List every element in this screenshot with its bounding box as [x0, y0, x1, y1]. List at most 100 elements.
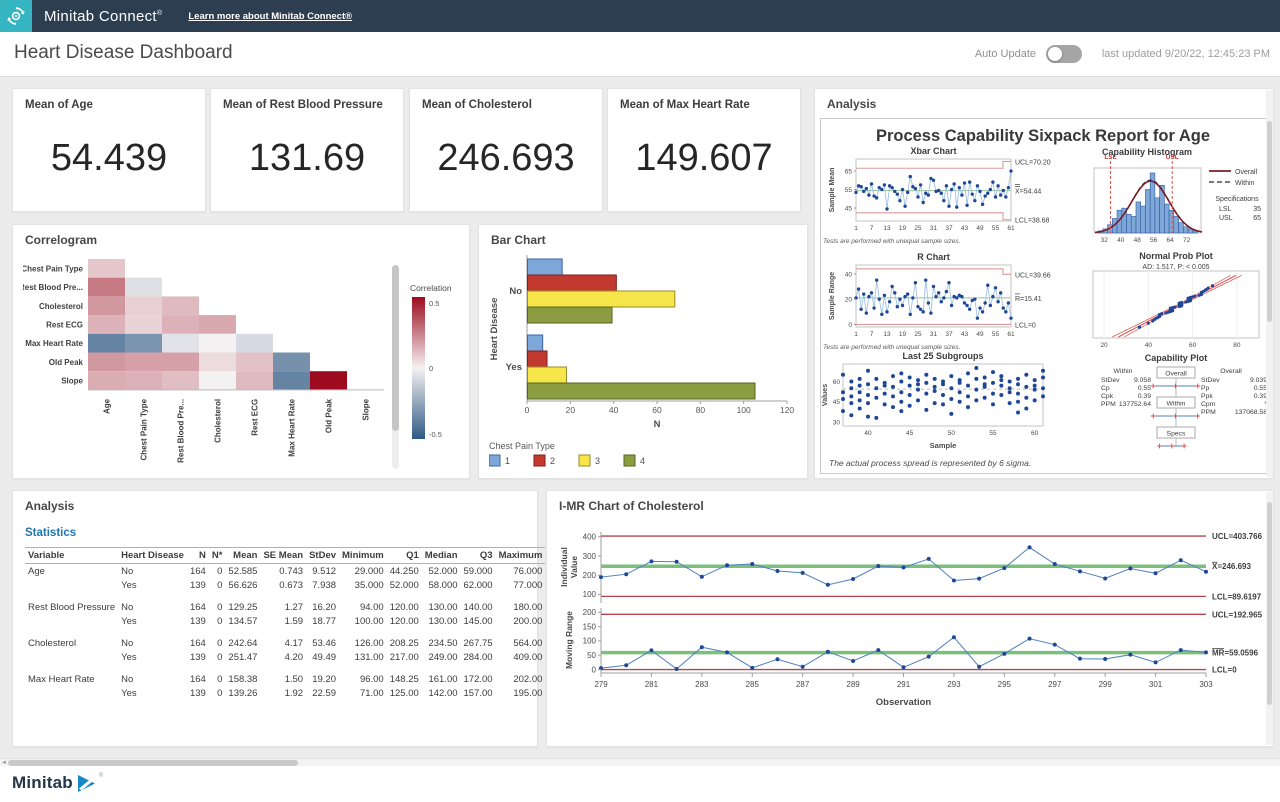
- panel-scrollbar[interactable]: [1266, 90, 1273, 477]
- svg-text:LSL: LSL: [1104, 154, 1116, 161]
- bar-segment: [528, 335, 543, 351]
- auto-update-toggle[interactable]: [1046, 45, 1082, 63]
- heatmap-cell: [273, 353, 310, 372]
- panel-title: Bar Chart: [491, 233, 546, 247]
- stats-cell: Yes: [118, 578, 187, 592]
- svg-text:Cp: Cp: [1101, 385, 1110, 392]
- heatmap-cell: [125, 334, 162, 353]
- stats-cell: 52.585: [225, 564, 260, 579]
- svg-text:40: 40: [609, 405, 619, 415]
- svg-text:50: 50: [587, 651, 596, 660]
- svg-text:43: 43: [961, 225, 969, 232]
- stats-cell: [25, 614, 118, 628]
- stats-cell: 129.25: [225, 600, 260, 614]
- stats-cell: 139: [187, 578, 209, 592]
- svg-text:Xbar Chart: Xbar Chart: [910, 146, 956, 156]
- stats-cell: 58.000: [422, 578, 461, 592]
- legend-swatch: [534, 455, 545, 466]
- stats-table-row: Yes1390251.474.2049.49131.00217.00249.00…: [25, 650, 545, 664]
- stats-cell: 139.26: [225, 686, 260, 700]
- svg-text:Chest Pain Type: Chest Pain Type: [23, 264, 84, 273]
- minitab-connect-logo-icon[interactable]: [0, 0, 32, 32]
- kpi-label: Mean of Rest Blood Pressure: [223, 99, 383, 111]
- svg-text:UCL=39.66: UCL=39.66: [1015, 272, 1051, 279]
- stats-cell: 52.000: [422, 564, 461, 579]
- svg-text:Rest Blood Pre...: Rest Blood Pre...: [177, 399, 186, 463]
- svg-text:Cpm: Cpm: [1201, 401, 1216, 408]
- stats-cell: 0: [209, 636, 226, 650]
- scrollbar-thumb[interactable]: [1267, 121, 1272, 322]
- heatmap-cell: [162, 334, 199, 353]
- svg-text:Overall: Overall: [1165, 371, 1187, 378]
- minitab-arrow-icon: [78, 775, 98, 792]
- svg-text:UCL=70.20: UCL=70.20: [1015, 159, 1051, 166]
- statistics-subtitle[interactable]: Statistics: [25, 527, 76, 539]
- stats-cell: 62.000: [461, 578, 496, 592]
- scrollbar-thumb[interactable]: [1267, 502, 1272, 704]
- imr-chart-panel: I-MR Chart of Cholesterol 100200300400UC…: [546, 490, 1274, 747]
- svg-text:1: 1: [854, 331, 858, 338]
- svg-text:Individual: Individual: [559, 547, 569, 587]
- stats-cell: 44.250: [387, 564, 422, 579]
- svg-text:297: 297: [1048, 680, 1062, 689]
- svg-text:150: 150: [583, 622, 597, 631]
- stats-column-header: Variable: [25, 548, 118, 564]
- svg-text:9.058: 9.058: [1134, 377, 1151, 384]
- svg-text:Sample: Sample: [930, 441, 957, 450]
- heatmap-cell: [88, 315, 125, 334]
- svg-text:45: 45: [845, 206, 853, 213]
- stats-cell: 1.27: [260, 600, 306, 614]
- kpi-value: 246.693: [410, 137, 602, 180]
- svg-text:Pp: Pp: [1201, 385, 1210, 392]
- svg-text:35: 35: [1253, 206, 1261, 213]
- svg-text:Max Heart Rate: Max Heart Rate: [288, 398, 297, 456]
- legend-swatch: [579, 455, 590, 466]
- svg-text:137752.64: 137752.64: [1119, 401, 1151, 408]
- svg-text:72: 72: [1183, 237, 1191, 244]
- stats-cell: 18.77: [306, 614, 339, 628]
- heatmap-cell: [162, 315, 199, 334]
- stats-cell: 251.47: [225, 650, 260, 664]
- legend-swatch: [624, 455, 635, 466]
- svg-text:137068.58: 137068.58: [1235, 409, 1267, 416]
- stats-cell: 0: [209, 600, 226, 614]
- heatmap-cell: [236, 371, 273, 390]
- svg-text:25: 25: [914, 225, 922, 232]
- svg-text:Cpk: Cpk: [1101, 393, 1114, 400]
- svg-text:LCL=0: LCL=0: [1212, 666, 1237, 675]
- stats-cell: 19.20: [306, 672, 339, 686]
- stats-cell: 56.626: [225, 578, 260, 592]
- heatmap-cell: [162, 296, 199, 315]
- svg-text:291: 291: [897, 680, 911, 689]
- kpi-value: 149.607: [608, 137, 800, 180]
- svg-text:48: 48: [1134, 237, 1142, 244]
- kpi-value: 131.69: [211, 137, 403, 180]
- stats-column-header: Mean: [225, 548, 260, 564]
- stats-column-header: Maximum: [496, 548, 546, 564]
- stats-cell: 140.00: [461, 600, 496, 614]
- svg-text:LCL=38.68: LCL=38.68: [1015, 218, 1050, 225]
- svg-text:R=15.41: R=15.41: [1015, 296, 1042, 303]
- last-updated-text: last updated 9/20/22, 12:45:23 PM: [1102, 48, 1270, 60]
- minitab-footer-logo[interactable]: Minitab ®: [12, 773, 103, 793]
- svg-text:X=246.693: X=246.693: [1212, 562, 1251, 571]
- panel-title: Analysis: [827, 97, 876, 111]
- stats-column-header: Heart Disease: [118, 548, 187, 564]
- stats-cell: 16.20: [306, 600, 339, 614]
- svg-text:PPM: PPM: [1101, 401, 1116, 408]
- svg-text:60: 60: [652, 405, 662, 415]
- stats-cell: 0.743: [260, 564, 306, 579]
- svg-text:The actual process spread is r: The actual process spread is represented…: [829, 458, 1031, 468]
- stats-cell: 120.00: [387, 600, 422, 614]
- stats-cell: 195.00: [496, 686, 546, 700]
- stats-cell: 59.000: [461, 564, 496, 579]
- stats-table-row: Yes1390139.261.9222.5971.00125.00142.001…: [25, 686, 545, 700]
- svg-text:293: 293: [947, 680, 961, 689]
- panel-scrollbar[interactable]: [1266, 492, 1273, 745]
- learn-more-link[interactable]: Learn more about Minitab Connect®: [188, 11, 352, 22]
- stats-cell: 134.57: [225, 614, 260, 628]
- stats-cell: 164: [187, 672, 209, 686]
- heatmap-cell: [88, 296, 125, 315]
- svg-text:Sample Mean: Sample Mean: [829, 168, 836, 213]
- svg-text:Last 25 Subgroups: Last 25 Subgroups: [902, 351, 983, 361]
